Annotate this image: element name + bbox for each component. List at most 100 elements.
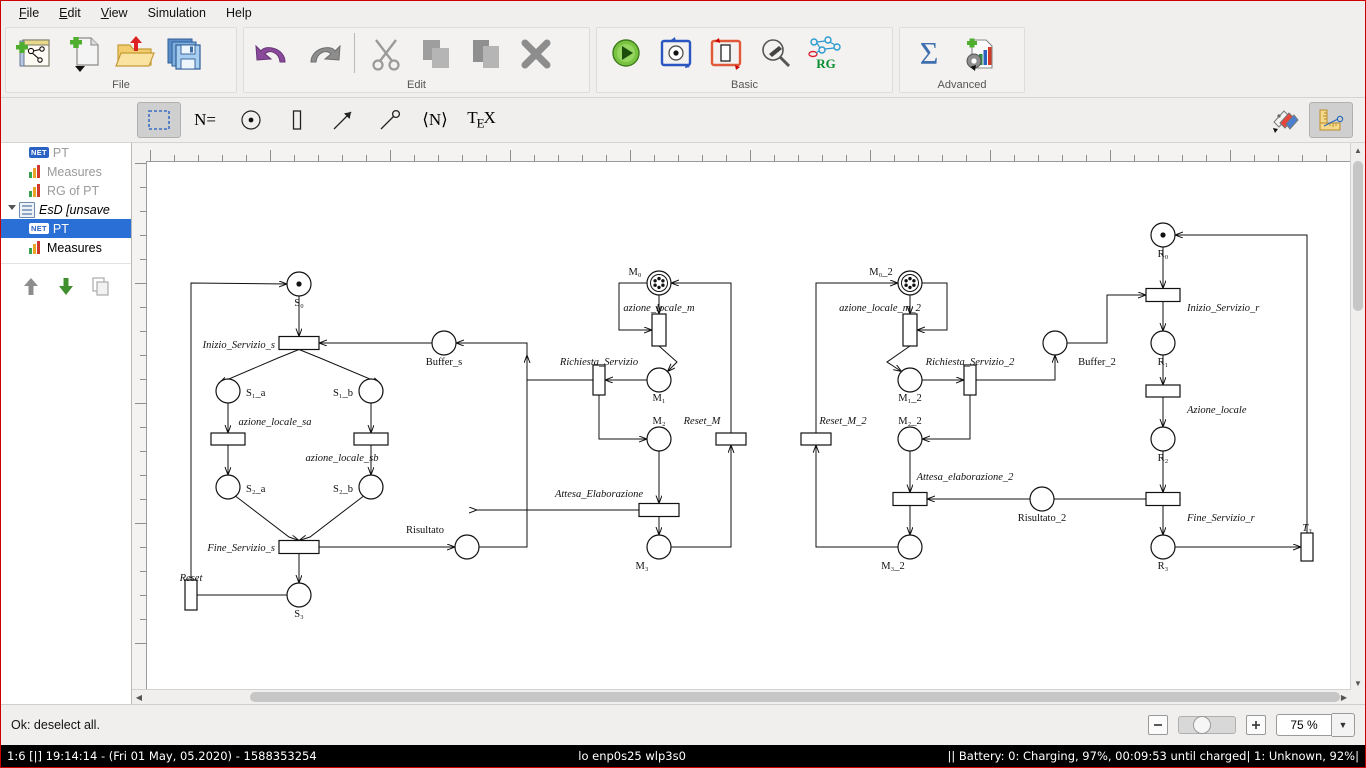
place-node[interactable] xyxy=(215,378,241,404)
arc[interactable] xyxy=(922,395,971,439)
place-node[interactable] xyxy=(1150,426,1176,452)
arc[interactable] xyxy=(456,343,528,548)
transition-node[interactable] xyxy=(1300,532,1314,562)
tex-tool[interactable]: TEX xyxy=(459,102,503,138)
place-node[interactable] xyxy=(454,534,480,560)
transition-node[interactable] xyxy=(892,491,928,507)
place-node[interactable] xyxy=(897,367,923,393)
transition-tool[interactable] xyxy=(275,102,319,138)
move-down-button[interactable] xyxy=(53,273,79,299)
sum-measure-button[interactable]: Σ xyxy=(904,29,954,77)
inhibitor-arc-tool[interactable] xyxy=(367,102,411,138)
delete-button[interactable] xyxy=(511,29,561,77)
arc[interactable] xyxy=(816,445,898,548)
arc[interactable] xyxy=(917,282,948,330)
transition-node[interactable] xyxy=(1145,287,1181,303)
transition-node[interactable] xyxy=(278,539,320,555)
transition-node[interactable] xyxy=(651,313,667,347)
place-node[interactable] xyxy=(646,270,672,296)
duplicate-button[interactable] xyxy=(88,273,114,299)
arc[interactable] xyxy=(219,349,300,384)
transition-node[interactable] xyxy=(210,432,246,446)
place-node[interactable] xyxy=(646,426,672,452)
arc[interactable] xyxy=(1067,295,1146,344)
undo-button[interactable] xyxy=(248,29,298,77)
select-tool[interactable] xyxy=(137,102,181,138)
place-node[interactable] xyxy=(1150,330,1176,356)
marking-tool[interactable]: ⟨N⟩ xyxy=(413,102,457,138)
tree-item-measures-1[interactable]: Measures xyxy=(1,162,131,181)
zoom-out-button[interactable] xyxy=(1148,715,1168,735)
arc[interactable] xyxy=(658,345,678,372)
place-node[interactable] xyxy=(897,270,923,296)
petri-net-drawing[interactable]: S₀ S₁_a S₁_b S₂_a S₂_b S₃ Buffer_s Risultato M₀ M… xyxy=(147,162,1351,682)
place-node[interactable] xyxy=(215,474,241,500)
move-up-button[interactable] xyxy=(18,273,44,299)
menu-view[interactable]: View xyxy=(91,3,138,23)
place-node[interactable] xyxy=(897,534,923,560)
run-simulation-button[interactable] xyxy=(601,29,651,77)
place-node[interactable] xyxy=(431,330,457,356)
transition-node[interactable] xyxy=(278,335,320,351)
transition-firing-button[interactable] xyxy=(701,29,751,77)
arc[interactable] xyxy=(299,495,364,540)
place-node[interactable] xyxy=(1150,222,1176,248)
horizontal-scrollbar[interactable]: ◀ ▶ xyxy=(132,689,1351,704)
arc[interactable] xyxy=(298,349,380,384)
arc[interactable] xyxy=(598,395,647,439)
scroll-right-button[interactable]: ▶ xyxy=(1337,690,1351,704)
new-document-button[interactable] xyxy=(60,29,110,77)
transition-node[interactable] xyxy=(963,364,977,396)
menu-simulation[interactable]: Simulation xyxy=(138,3,216,23)
paste-button[interactable] xyxy=(461,29,511,77)
place-node[interactable] xyxy=(1029,486,1055,512)
vertical-scrollbar[interactable]: ▲ ▼ xyxy=(1350,143,1365,690)
transition-node[interactable] xyxy=(1145,384,1181,398)
scroll-down-button[interactable]: ▼ xyxy=(1351,676,1365,690)
zoom-level-value[interactable]: 75 % xyxy=(1276,714,1332,736)
zoom-slider-knob[interactable] xyxy=(1193,716,1211,734)
place-node[interactable] xyxy=(286,582,312,608)
place-node[interactable] xyxy=(897,426,923,452)
tree-item-measures-2[interactable]: Measures xyxy=(1,238,131,257)
arc[interactable] xyxy=(886,345,911,372)
arc[interactable] xyxy=(190,283,287,580)
new-measure-button[interactable] xyxy=(954,29,1004,77)
transition-node[interactable] xyxy=(638,502,680,518)
tree-item-rg-of-pt[interactable]: RG of PT xyxy=(1,181,131,200)
place-node[interactable] xyxy=(1042,330,1068,356)
save-button[interactable] xyxy=(160,29,210,77)
arc-tool[interactable] xyxy=(321,102,365,138)
open-button[interactable] xyxy=(110,29,160,77)
chevron-down-icon[interactable]: ▼ xyxy=(1332,713,1355,737)
redo-button[interactable] xyxy=(298,29,348,77)
menu-edit[interactable]: Edit xyxy=(49,3,91,23)
tree-item-pt-1[interactable]: NET PT xyxy=(1,143,131,162)
arc[interactable] xyxy=(671,445,731,548)
place-node[interactable] xyxy=(358,378,384,404)
transition-node[interactable] xyxy=(592,364,606,396)
copy-button[interactable] xyxy=(411,29,461,77)
arc[interactable] xyxy=(235,495,299,540)
place-node[interactable] xyxy=(286,271,312,297)
new-net-button[interactable] xyxy=(10,29,60,77)
menu-help[interactable]: Help xyxy=(216,3,262,23)
analysis-button[interactable] xyxy=(751,29,801,77)
cut-button[interactable] xyxy=(361,29,411,77)
tree-item-esd[interactable]: EsD [unsave xyxy=(1,200,131,219)
place-node[interactable] xyxy=(358,474,384,500)
tree-item-pt-2[interactable]: NET PT xyxy=(1,219,131,238)
horizontal-scroll-thumb[interactable] xyxy=(250,692,1340,702)
place-node[interactable] xyxy=(1150,534,1176,560)
zoom-level-combobox[interactable]: 75 % ▼ xyxy=(1276,713,1355,737)
transition-node[interactable] xyxy=(800,432,832,446)
transition-node[interactable] xyxy=(715,432,747,446)
menu-file[interactable]: File xyxy=(9,3,49,23)
vertical-scroll-thumb[interactable] xyxy=(1353,161,1363,311)
arc[interactable] xyxy=(1175,235,1308,533)
color-palette-tool[interactable] xyxy=(1263,102,1307,138)
place-node[interactable] xyxy=(646,534,672,560)
expander-triangle-icon[interactable] xyxy=(5,205,19,214)
token-game-button[interactable] xyxy=(651,29,701,77)
transition-node[interactable] xyxy=(184,579,198,611)
